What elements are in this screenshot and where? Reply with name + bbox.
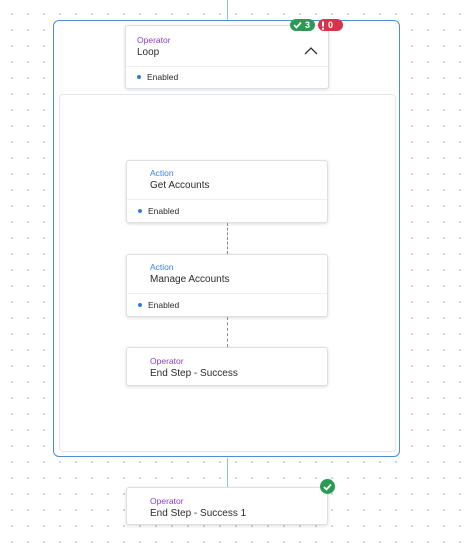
- loop-operator-card[interactable]: Operator Loop Enabled: [125, 25, 329, 89]
- success-check-icon: [320, 479, 335, 494]
- status-dot-icon: [138, 209, 142, 213]
- step-card-manage-accounts[interactable]: Action Manage Accounts Enabled: [126, 254, 328, 317]
- step-card-end-step-success[interactable]: Operator End Step - Success: [126, 347, 328, 386]
- node-name: End Step - Success 1: [150, 508, 247, 519]
- status-label: Enabled: [147, 72, 179, 82]
- status-label: Enabled: [148, 300, 180, 310]
- node-name: Manage Accounts: [150, 274, 230, 285]
- step-card-get-accounts[interactable]: Action Get Accounts Enabled: [126, 160, 328, 223]
- node-name: End Step - Success: [150, 368, 238, 379]
- node-type-label: Operator: [137, 35, 171, 45]
- error-count-badge: 0: [318, 19, 343, 31]
- connector-line: [227, 458, 228, 487]
- node-status: Enabled: [138, 300, 179, 310]
- error-count: 0: [328, 20, 334, 30]
- connector-line: [227, 317, 228, 347]
- node-type-label: Operator: [150, 496, 184, 506]
- card-divider: [127, 199, 327, 200]
- status-label: Enabled: [148, 206, 180, 216]
- card-divider: [127, 293, 327, 294]
- check-icon: [293, 21, 302, 29]
- node-name: Get Accounts: [150, 180, 210, 191]
- success-count: 3: [305, 20, 311, 30]
- status-dot-icon: [137, 75, 141, 79]
- node-status: Enabled: [137, 72, 178, 82]
- collapse-chevron-icon[interactable]: [304, 43, 318, 55]
- node-status: Enabled: [138, 206, 179, 216]
- node-type-label: Operator: [150, 356, 184, 366]
- node-name: Loop: [137, 47, 160, 58]
- step-card-end-step-success-1[interactable]: Operator End Step - Success 1: [126, 487, 328, 525]
- status-dot-icon: [138, 303, 142, 307]
- connector-line: [227, 223, 228, 254]
- node-type-label: Action: [150, 168, 174, 178]
- node-type-label: Action: [150, 262, 174, 272]
- exclamation-icon: [322, 21, 324, 30]
- card-divider: [126, 66, 328, 67]
- connector-line: [227, 0, 228, 21]
- success-count-badge: 3: [290, 19, 315, 31]
